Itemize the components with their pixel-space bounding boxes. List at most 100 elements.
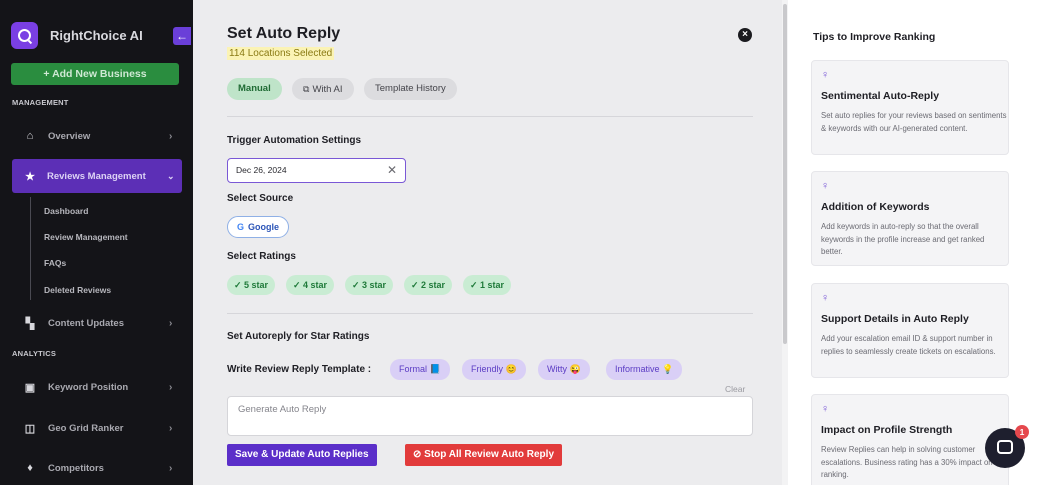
sidebar-item-label: Overview (48, 130, 91, 142)
clear-link[interactable]: Clear (725, 384, 745, 394)
chevron-down-icon: ⌄ (167, 170, 175, 181)
template-chip-formal[interactable]: Formal 📘 (390, 359, 450, 380)
close-button[interactable]: × (738, 28, 752, 42)
select-ratings-label: Select Ratings (227, 251, 296, 262)
clear-date-icon[interactable]: ✕ (387, 159, 397, 182)
sidebar-item-content-updates[interactable]: ▚ Content Updates › (0, 311, 193, 335)
logo-icon (11, 22, 38, 49)
lightbulb-icon: ♀ (821, 69, 830, 81)
check-icon: ✓ (293, 280, 304, 290)
autoreply-star-ratings-heading: Set Autoreply for Star Ratings (227, 331, 370, 342)
rating-chip-4-star[interactable]: ✓ 4 star (286, 275, 335, 295)
sidebar-item-label: Competitors (48, 462, 104, 474)
sidebar-item-geo-grid-ranker[interactable]: ◫ Geo Grid Ranker › (0, 416, 193, 440)
rating-chip-3-star[interactable]: ✓ 3 star (345, 275, 394, 295)
logo[interactable]: RightChoice AI (11, 22, 143, 49)
tip-heading: Impact on Profile Strength (821, 424, 953, 436)
grid-icon: ◫ (24, 422, 36, 435)
chevron-right-icon: › (169, 317, 173, 329)
tip-text: Add your escalation email ID & support n… (821, 334, 996, 356)
stop-icon: ⊘ (413, 449, 425, 460)
sidebar-item-label: Content Updates (48, 317, 124, 329)
tip-card: ♀ Impact on Profile Strength Review Repl… (811, 394, 1009, 485)
close-icon: × (742, 29, 748, 40)
template-chip-witty[interactable]: Witty 😜 (538, 359, 590, 380)
check-icon: ✓ (411, 280, 422, 290)
tab-with-ai[interactable]: ⧉ With AI (292, 78, 354, 100)
sidebar-item-label: Geo Grid Ranker (48, 422, 124, 434)
chart-icon: ▣ (24, 381, 36, 394)
tip-heading: Support Details in Auto Reply (821, 313, 969, 325)
tips-panel: Tips to Improve Ranking ♀ Sentimental Au… (788, 0, 1040, 485)
template-chip-informative[interactable]: Informative 💡 (606, 359, 683, 380)
submenu-item-review-management[interactable]: Review Management (44, 232, 128, 242)
trigger-automation-heading: Trigger Automation Settings (227, 135, 362, 146)
rating-label: 4 star (303, 280, 328, 290)
tab-manual[interactable]: Manual (227, 78, 282, 100)
tab-template-history[interactable]: Template History (364, 78, 457, 100)
sidebar-item-overview[interactable]: ⌂ Overview › (0, 124, 193, 148)
submenu-item-deleted-reviews[interactable]: Deleted Reviews (44, 285, 111, 295)
lightbulb-icon: ♀ (821, 292, 830, 304)
chevron-right-icon: › (169, 422, 173, 434)
auto-reply-panel: Set Auto Reply 114 Locations Selected × … (193, 0, 782, 485)
source-label: Google (248, 222, 280, 232)
source-google-chip[interactable]: G Google (227, 216, 290, 238)
tip-text: Add keywords in auto-reply so that the o… (821, 222, 985, 256)
sidebar-item-label: Reviews Management (47, 170, 146, 182)
sidebar: RightChoice AI ← + Add New Business MANA… (0, 0, 193, 485)
notification-badge: 1 (1015, 425, 1029, 439)
rating-chip-2-star[interactable]: ✓ 2 star (404, 275, 453, 295)
sidebar-item-reviews-management[interactable]: ★ Reviews Management ⌄ (12, 159, 182, 193)
ai-icon: ⧉ (303, 84, 310, 94)
check-icon: ✓ (470, 280, 481, 290)
rating-chip-1-star[interactable]: ✓ 1 star (463, 275, 512, 295)
rating-label: 2 star (421, 280, 446, 290)
lightbulb-icon: ♀ (821, 403, 830, 415)
google-icon: G (237, 222, 245, 232)
page-title: Set Auto Reply (227, 25, 341, 42)
collapse-sidebar-button[interactable]: ← (173, 27, 191, 45)
check-icon: ✓ (234, 280, 245, 290)
template-label: Write Review Reply Template : (227, 364, 372, 375)
button-label: Stop All Review Auto Reply (424, 449, 555, 460)
chevron-right-icon: › (169, 462, 173, 474)
tips-title: Tips to Improve Ranking (813, 31, 936, 43)
select-source-label: Select Source (227, 193, 294, 204)
rating-label: 3 star (362, 280, 387, 290)
locations-selected-badge: 114 Locations Selected (227, 47, 335, 60)
stop-auto-reply-button[interactable]: ⊘ Stop All Review Auto Reply (405, 444, 563, 466)
tip-heading: Addition of Keywords (821, 201, 930, 213)
sidebar-item-keyword-position[interactable]: ▣ Keyword Position › (0, 375, 193, 399)
section-label-management: MANAGEMENT (12, 98, 69, 107)
submenu-item-dashboard[interactable]: Dashboard (44, 206, 88, 216)
divider (227, 313, 753, 314)
chevron-right-icon: › (169, 130, 173, 142)
rating-chip-5-star[interactable]: ✓ 5 star (227, 275, 276, 295)
content-icon: ▚ (25, 317, 35, 330)
submenu-item-faqs[interactable]: FAQs (44, 258, 66, 268)
tab-label: With AI (312, 84, 343, 95)
tip-card: ♀ Addition of Keywords Add keywords in a… (811, 171, 1009, 266)
rating-label: 1 star (480, 280, 505, 290)
brand-name: RightChoice AI (50, 28, 143, 43)
save-update-button[interactable]: Save & Update Auto Replies (227, 444, 377, 466)
check-icon: ✓ (352, 280, 363, 290)
chevron-right-icon: › (169, 381, 173, 393)
home-icon: ⌂ (26, 130, 34, 142)
tip-card: ♀ Sentimental Auto-Reply Set auto replie… (811, 60, 1009, 155)
date-value: Dec 26, 2024 (236, 165, 287, 175)
divider (227, 116, 753, 117)
date-input[interactable]: Dec 26, 2024 ✕ (227, 158, 406, 183)
add-new-business-button[interactable]: + Add New Business (11, 63, 179, 85)
tip-text: Set auto replies for your reviews based … (821, 111, 1007, 133)
sidebar-item-label: Keyword Position (48, 381, 129, 393)
auto-reply-textarea[interactable]: Generate Auto Reply (227, 396, 753, 436)
trophy-icon: ♦ (27, 462, 33, 474)
tip-text: Review Replies can help in solving custo… (821, 445, 993, 479)
chat-icon (997, 440, 1013, 454)
template-chip-friendly[interactable]: Friendly 😊 (462, 359, 526, 380)
tip-heading: Sentimental Auto-Reply (821, 90, 940, 102)
sidebar-item-competitors[interactable]: ♦ Competitors › (0, 456, 193, 480)
star-icon: ★ (25, 170, 35, 183)
